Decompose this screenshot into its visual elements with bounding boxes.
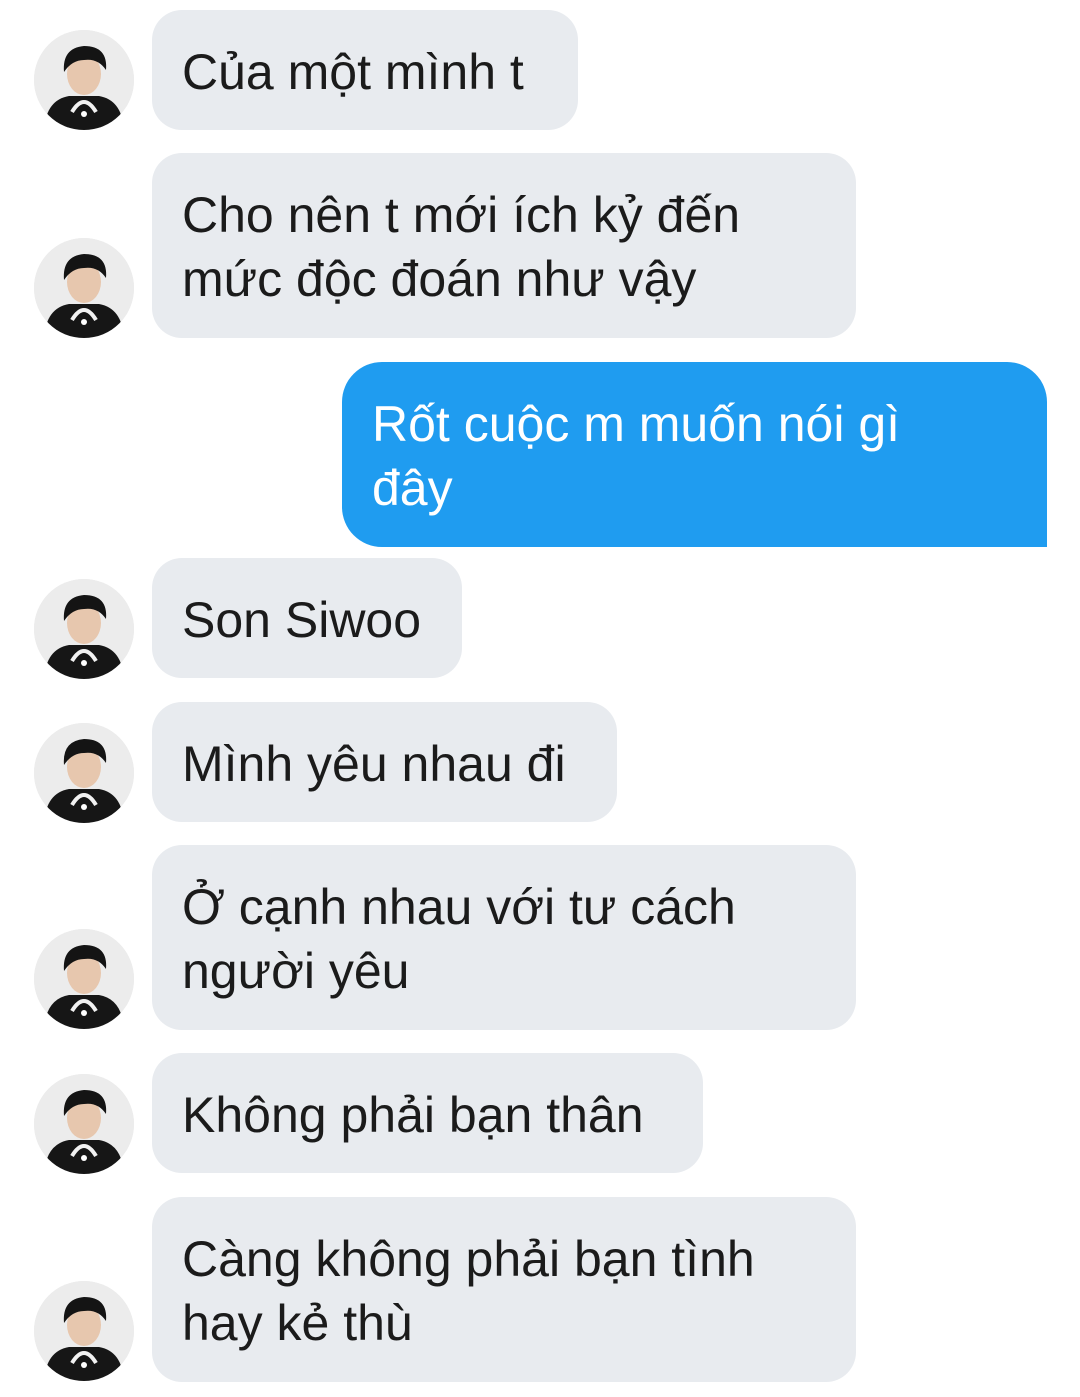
outgoing-message-bubble[interactable]: Rốt cuộc m muốn nói gì đây: [342, 362, 1047, 547]
contact-avatar-icon[interactable]: [34, 929, 134, 1029]
incoming-message-bubble[interactable]: Càng không phải bạn tình hay kẻ thù: [152, 1197, 856, 1382]
incoming-message-bubble[interactable]: Mình yêu nhau đi: [152, 702, 617, 822]
incoming-message-bubble[interactable]: Không phải bạn thân: [152, 1053, 703, 1173]
incoming-message-bubble[interactable]: Ở cạnh nhau với tư cách người yêu: [152, 845, 856, 1030]
contact-avatar-icon[interactable]: [34, 1074, 134, 1174]
incoming-message-bubble[interactable]: Của một mình t: [152, 10, 578, 130]
incoming-message-bubble[interactable]: Son Siwoo: [152, 558, 462, 678]
contact-avatar-icon[interactable]: [34, 579, 134, 679]
incoming-message-bubble[interactable]: Cho nên t mới ích kỷ đến mức độc đoán nh…: [152, 153, 856, 338]
contact-avatar-icon[interactable]: [34, 30, 134, 130]
contact-avatar-icon[interactable]: [34, 1281, 134, 1381]
contact-avatar-icon[interactable]: [34, 238, 134, 338]
contact-avatar-icon[interactable]: [34, 723, 134, 823]
